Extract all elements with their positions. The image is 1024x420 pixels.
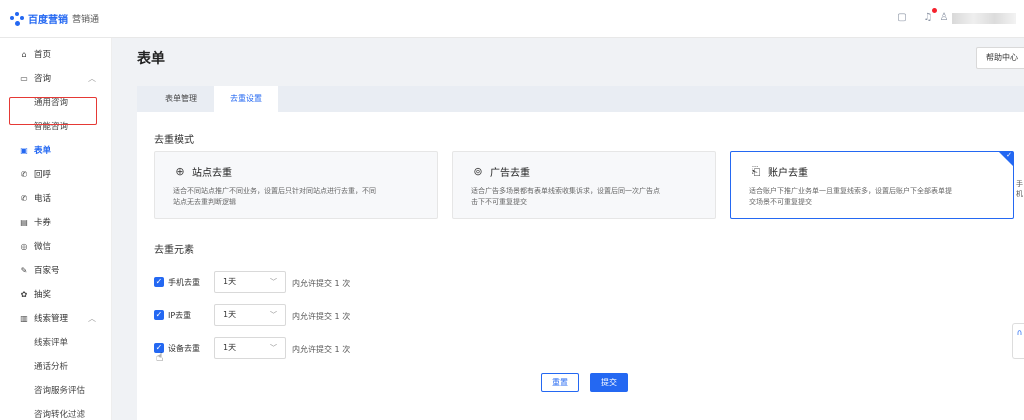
dedup-elements-title: 去重元素: [154, 245, 194, 256]
tab-bar: 表单管理 去重设置: [137, 86, 1024, 112]
sidebar-item-wechat[interactable]: ◎ 微信: [0, 235, 112, 257]
sidebar-item-label: 线索评单: [34, 338, 69, 348]
baijiahao-icon: ✎: [20, 265, 28, 275]
card-description: 击下不可重复提交: [471, 198, 527, 206]
user-icon[interactable]: ♙: [938, 12, 950, 24]
sidebar-item-label: 电话: [34, 194, 52, 204]
dedup-row-phone: ✓ 手机去重: [154, 271, 200, 293]
sidebar-item-label: 百家号: [34, 266, 60, 276]
overflow-card-label[interactable]: 手机: [1016, 179, 1024, 199]
mode-card-site[interactable]: ⊕ 站点去重 适合不同站点推广不同业务，设置后只针对同站点进行去重，不同 站点无去重…: [154, 151, 438, 219]
user-name-blurred[interactable]: [952, 13, 1016, 24]
card-description: 站点无去重判断逻辑: [173, 198, 236, 206]
notification-dot: [932, 8, 937, 13]
chevron-up-icon: ︿: [88, 73, 96, 83]
sidebar-item-label: 微信: [34, 242, 52, 252]
sidebar-item-phone[interactable]: ✆ 电话: [0, 187, 112, 209]
sidebar-item-label: 抽奖: [34, 290, 52, 300]
device-period-select[interactable]: 1天 ﹀: [214, 337, 286, 359]
top-bar: 百度营销 营销通 ▢ ♫ ♙: [0, 0, 1024, 38]
sidebar-item-home[interactable]: ⌂ 首页: [0, 43, 112, 65]
dedup-mode-title: 去重模式: [154, 135, 194, 146]
row-label: IP去重: [168, 310, 192, 320]
hand-cursor-icon: ☝: [156, 350, 164, 364]
site-icon: ⊕: [175, 165, 185, 178]
highlight-box: [9, 97, 97, 125]
wechat-icon: ◎: [20, 241, 28, 251]
sidebar-item-baijiahao[interactable]: ✎ 百家号: [0, 259, 112, 281]
mode-card-account[interactable]: ✓ ⎗ 账户去重 适合账户下推广业务单一且重复线索多，设置后账户下全部表单提 交场景…: [730, 151, 1014, 219]
card-title: 账户去重: [768, 168, 808, 179]
sidebar-item-lead-review[interactable]: 线索评单: [0, 331, 112, 353]
sidebar-item-label: 通话分析: [34, 362, 69, 372]
sidebar-item-conversion-filter[interactable]: 咨询转化过滤: [0, 403, 112, 420]
sidebar-item-label: 线索管理: [34, 314, 69, 324]
phone-icon: ✆: [20, 193, 28, 203]
ad-icon: ⊚: [473, 165, 483, 178]
sidebar-item-label: 首页: [34, 50, 52, 60]
mode-card-ad[interactable]: ⊚ 广告去重 适合广告多场景都有表单线索收集诉求，设置后同一次广告点 击下不可重复提…: [452, 151, 716, 219]
check-icon: ✓: [1006, 151, 1012, 159]
sidebar-item-label: 回呼: [34, 170, 52, 180]
coupon-icon: ▤: [20, 217, 28, 227]
sidebar-item-callback[interactable]: ✆ 回呼: [0, 163, 112, 185]
submit-button[interactable]: 提交: [590, 373, 628, 392]
row-label: 设备去重: [168, 343, 200, 353]
sidebar-item-call-analysis[interactable]: 通话分析: [0, 355, 112, 377]
card-title: 站点去重: [192, 168, 232, 179]
card-description: 适合广告多场景都有表单线索收集诉求，设置后同一次广告点: [471, 187, 660, 195]
dedup-row-ip: ✓ IP去重: [154, 304, 191, 326]
ip-dedup-checkbox[interactable]: ✓: [154, 310, 164, 320]
sidebar-item-label: 表单: [34, 146, 52, 156]
tab-dedup-settings[interactable]: 去重设置: [214, 86, 278, 112]
sidebar-item-label: 咨询服务评估: [34, 386, 86, 396]
sidebar-item-form[interactable]: ▣ 表单: [0, 139, 112, 161]
chevron-down-icon: ﹀: [270, 278, 277, 286]
help-center-button[interactable]: 帮助中心: [976, 47, 1024, 69]
card-description: 适合不同站点推广不同业务，设置后只针对同站点进行去重，不同: [173, 187, 376, 195]
baidu-paw-icon: [10, 11, 24, 26]
chat-icon: ▭: [20, 73, 28, 83]
sidebar-item-service-eval[interactable]: 咨询服务评估: [0, 379, 112, 401]
floating-service-widget[interactable]: ∩: [1012, 323, 1024, 359]
account-icon: ⎗: [751, 164, 761, 178]
chart-icon: ▥: [20, 313, 28, 323]
ip-period-select[interactable]: 1天 ﹀: [214, 304, 286, 326]
page-title: 表单: [137, 51, 165, 67]
reset-button[interactable]: 重置: [541, 373, 579, 392]
sidebar-item-label: 咨询: [34, 74, 52, 84]
logo-text: 百度营销: [28, 15, 68, 26]
card-description: 交场景不可重复提交: [749, 198, 812, 206]
sidebar-item-coupon[interactable]: ▤ 卡券: [0, 211, 112, 233]
bell-icon[interactable]: ♫: [922, 12, 934, 24]
sidebar-item-consult[interactable]: ▭ 咨询 ︿: [0, 67, 112, 89]
phone-period-select[interactable]: 1天 ﹀: [214, 271, 286, 293]
logo[interactable]: 百度营销 营销通: [10, 11, 99, 26]
chevron-up-icon: ︿: [88, 313, 96, 323]
service-icon: ∩: [1016, 328, 1023, 337]
allow-text: 内允许提交 1 次: [292, 345, 351, 354]
allow-text: 内允许提交 1 次: [292, 279, 351, 288]
sidebar-item-label: 咨询转化过滤: [34, 410, 86, 420]
sidebar-item-label: 卡券: [34, 218, 52, 228]
sidebar-item-lottery[interactable]: ✿ 抽奖: [0, 283, 112, 305]
row-label: 手机去重: [168, 277, 200, 287]
card-title: 广告去重: [490, 168, 530, 179]
phone-dedup-checkbox[interactable]: ✓: [154, 277, 164, 287]
allow-text: 内允许提交 1 次: [292, 312, 351, 321]
logo-subtext: 营销通: [72, 15, 100, 25]
chevron-down-icon: ﹀: [270, 344, 277, 352]
clipboard-icon[interactable]: ▢: [896, 12, 908, 24]
tab-form-management[interactable]: 表单管理: [149, 86, 213, 112]
sidebar-item-leads[interactable]: ▥ 线索管理 ︿: [0, 307, 112, 329]
card-description: 适合账户下推广业务单一且重复线索多，设置后账户下全部表单提: [749, 187, 952, 195]
gift-icon: ✿: [20, 289, 28, 299]
home-icon: ⌂: [21, 49, 27, 59]
callback-icon: ✆: [20, 169, 28, 179]
form-icon: ▣: [20, 145, 28, 155]
chevron-down-icon: ﹀: [270, 311, 277, 319]
